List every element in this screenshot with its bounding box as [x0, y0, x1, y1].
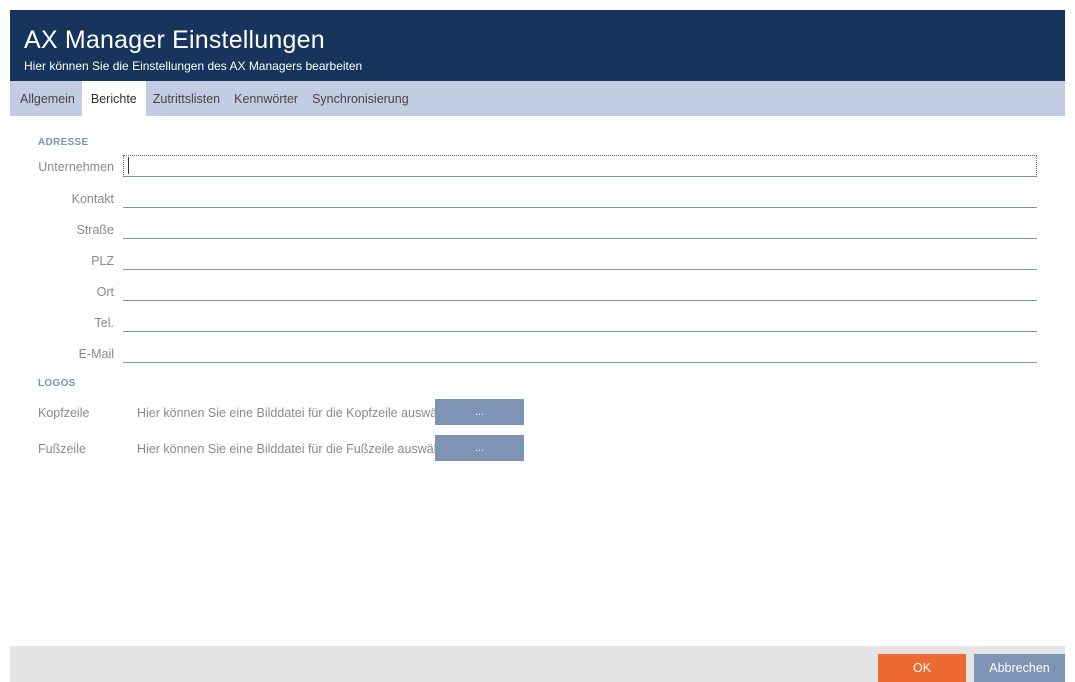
tab-kennwoerter[interactable]: Kennwörter — [227, 81, 305, 116]
ok-button[interactable]: OK — [878, 654, 966, 682]
tab-synchronisierung[interactable]: Synchronisierung — [305, 81, 416, 116]
address-section-title: ADRESSE — [38, 137, 89, 148]
ort-label: Ort — [96, 285, 114, 299]
tab-allgemein[interactable]: Allgemein — [10, 81, 82, 116]
kontakt-field[interactable] — [123, 186, 1037, 208]
page-title: AX Manager Einstellungen — [24, 26, 325, 54]
strasse-field[interactable] — [123, 217, 1037, 239]
plz-field[interactable] — [123, 248, 1037, 270]
tab-berichte[interactable]: Berichte — [81, 81, 146, 116]
kopfzeile-label: Kopfzeile — [38, 406, 90, 420]
tab-zutrittslisten[interactable]: Zutrittslisten — [146, 81, 227, 116]
unternehmen-field[interactable] — [123, 155, 1037, 177]
kopfzeile-hint: Hier können Sie eine Bilddatei für die K… — [137, 406, 461, 420]
ort-field[interactable] — [123, 279, 1037, 301]
cancel-button[interactable]: Abbrechen — [974, 654, 1065, 682]
tab-bar: Allgemein Berichte Zutrittslisten Kennwö… — [10, 81, 1065, 116]
fusszeile-browse-button[interactable]: ... — [435, 435, 524, 461]
page-subtitle: Hier können Sie die Einstellungen des AX… — [24, 59, 363, 73]
fusszeile-label: Fußzeile — [38, 442, 86, 456]
plz-label: PLZ — [91, 254, 114, 268]
kopfzeile-browse-button[interactable]: ... — [435, 399, 524, 425]
kontakt-label: Kontakt — [71, 192, 114, 206]
tel-field[interactable] — [123, 310, 1037, 332]
logos-section-title: LOGOS — [38, 378, 76, 389]
unternehmen-label: Unternehmen — [38, 160, 114, 174]
strasse-label: Straße — [76, 223, 114, 237]
fusszeile-hint: Hier können Sie eine Bilddatei für die F… — [137, 442, 458, 456]
email-field[interactable] — [123, 341, 1037, 363]
tel-label: Tel. — [94, 316, 114, 330]
text-caret — [128, 157, 129, 174]
email-label: E-Mail — [78, 347, 114, 361]
dialog-footer: OK Abbrechen — [10, 646, 1065, 682]
window-header: AX Manager Einstellungen Hier können Sie… — [10, 10, 1065, 81]
